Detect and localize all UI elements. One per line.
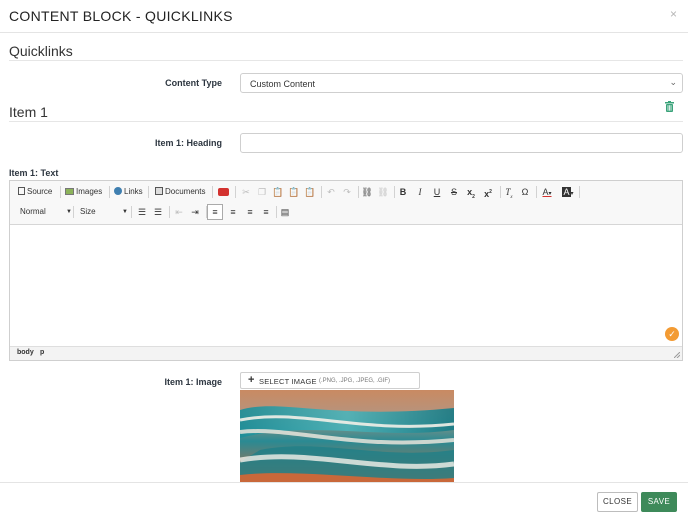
special-char-icon[interactable]: Ω xyxy=(518,185,532,199)
documents-button[interactable]: Documents xyxy=(155,185,205,199)
toolbar-separator xyxy=(109,186,110,198)
toolbar-separator xyxy=(60,186,61,198)
close-icon[interactable]: × xyxy=(670,7,677,21)
superscript-icon[interactable]: x2 xyxy=(481,185,495,199)
toolbar-separator xyxy=(212,186,213,198)
align-right-icon[interactable]: ≡ xyxy=(243,205,257,219)
paste-text-icon[interactable]: 📋 xyxy=(287,185,301,199)
subscript-icon[interactable]: x2 xyxy=(464,185,478,200)
trash-icon[interactable] xyxy=(665,101,674,112)
content-type-select[interactable]: Custom Content ⌄ xyxy=(240,73,683,93)
content-type-label: Content Type xyxy=(165,78,222,88)
chevron-down-icon: ⌄ xyxy=(669,77,677,87)
numbered-list-icon[interactable]: ☰ xyxy=(135,205,149,219)
resize-handle-icon[interactable] xyxy=(674,352,680,358)
text-color-icon[interactable]: A▾ xyxy=(538,185,556,199)
links-button[interactable]: Links xyxy=(114,185,143,199)
remove-format-icon[interactable]: Tx xyxy=(502,185,516,200)
toolbar-separator xyxy=(394,186,395,198)
align-justify-icon[interactable]: ≡ xyxy=(259,205,273,219)
heading-input[interactable] xyxy=(240,133,683,153)
heading-label: Item 1: Heading xyxy=(154,138,222,148)
toolbar-separator xyxy=(73,206,74,218)
align-left-icon[interactable]: ≡ xyxy=(207,204,223,220)
horizontal-line-icon[interactable]: ▤ xyxy=(278,205,292,219)
indent-icon[interactable]: ⇥ xyxy=(188,205,202,219)
toolbar-separator xyxy=(500,186,501,198)
section-divider xyxy=(9,60,683,61)
path-body[interactable]: body xyxy=(17,349,34,356)
editor-content[interactable] xyxy=(10,225,682,346)
image-label: Item 1: Image xyxy=(164,377,222,387)
select-image-button[interactable]: + SELECT IMAGE (.PNG, .JPG, .JPEG, .GIF) xyxy=(240,372,420,389)
size-dropdown[interactable]: Size ▼ xyxy=(80,205,128,219)
close-button[interactable]: CLOSE xyxy=(597,492,638,512)
toolbar-separator xyxy=(235,186,236,198)
toolbar-separator xyxy=(579,186,580,198)
text-label: Item 1: Text xyxy=(9,168,59,178)
paste-word-icon[interactable]: 📋 xyxy=(303,185,317,199)
toolbar-separator xyxy=(536,186,537,198)
modal-title: CONTENT BLOCK - QUICKLINKS xyxy=(9,8,233,24)
paste-icon[interactable]: 📋 xyxy=(271,185,285,199)
toolbar-separator xyxy=(276,206,277,218)
bg-color-icon[interactable]: A▾ xyxy=(559,185,577,199)
plus-icon: + xyxy=(248,374,255,386)
document-icon xyxy=(155,187,163,195)
toolbar-separator xyxy=(169,206,170,218)
save-button[interactable]: SAVE xyxy=(641,492,677,512)
item-divider xyxy=(9,121,683,122)
italic-icon[interactable]: I xyxy=(413,185,427,199)
youtube-icon[interactable] xyxy=(216,185,230,199)
underline-icon[interactable]: U xyxy=(430,185,444,199)
source-icon xyxy=(18,187,25,195)
copy-icon[interactable]: ❐ xyxy=(255,185,269,199)
editor-statusbar: body p xyxy=(10,346,682,360)
links-icon xyxy=(114,187,122,195)
images-button[interactable]: Images xyxy=(65,185,102,199)
bold-icon[interactable]: B xyxy=(396,185,410,199)
chevron-down-icon: ▼ xyxy=(66,209,72,215)
toolbar-separator xyxy=(131,206,132,218)
cut-icon[interactable]: ✂ xyxy=(239,185,253,199)
undo-icon[interactable]: ↶ xyxy=(324,185,338,199)
modal-header: CONTENT BLOCK - QUICKLINKS × xyxy=(0,0,688,33)
redo-icon[interactable]: ↷ xyxy=(340,185,354,199)
section-title: Quicklinks xyxy=(9,43,73,59)
link-icon[interactable]: ⛓ xyxy=(360,185,374,199)
path-p[interactable]: p xyxy=(40,349,44,356)
content-type-value: Custom Content xyxy=(250,79,316,89)
chevron-down-icon: ▼ xyxy=(122,209,128,215)
outdent-icon[interactable]: ⇤ xyxy=(172,205,186,219)
toolbar-separator xyxy=(321,186,322,198)
bulleted-list-icon[interactable]: ☰ xyxy=(151,205,165,219)
toolbar-separator xyxy=(148,186,149,198)
toolbar-separator xyxy=(358,186,359,198)
item-title: Item 1 xyxy=(9,104,48,120)
format-dropdown[interactable]: Normal ▼ xyxy=(20,205,72,219)
image-thumbnail xyxy=(240,390,454,483)
align-center-icon[interactable]: ≡ xyxy=(226,205,240,219)
rich-text-editor: Source Images Links Documents ✂ ❐ 📋 📋 📋 … xyxy=(9,180,683,361)
modal-footer: CLOSE SAVE xyxy=(0,482,688,515)
editor-toolbar: Source Images Links Documents ✂ ❐ 📋 📋 📋 … xyxy=(10,181,682,225)
image-icon xyxy=(65,188,74,195)
strikethrough-icon[interactable]: S xyxy=(447,185,461,199)
unlink-icon[interactable]: ⛓ xyxy=(376,185,390,199)
check-icon[interactable]: ✓ xyxy=(665,327,679,341)
source-button[interactable]: Source xyxy=(18,185,52,199)
